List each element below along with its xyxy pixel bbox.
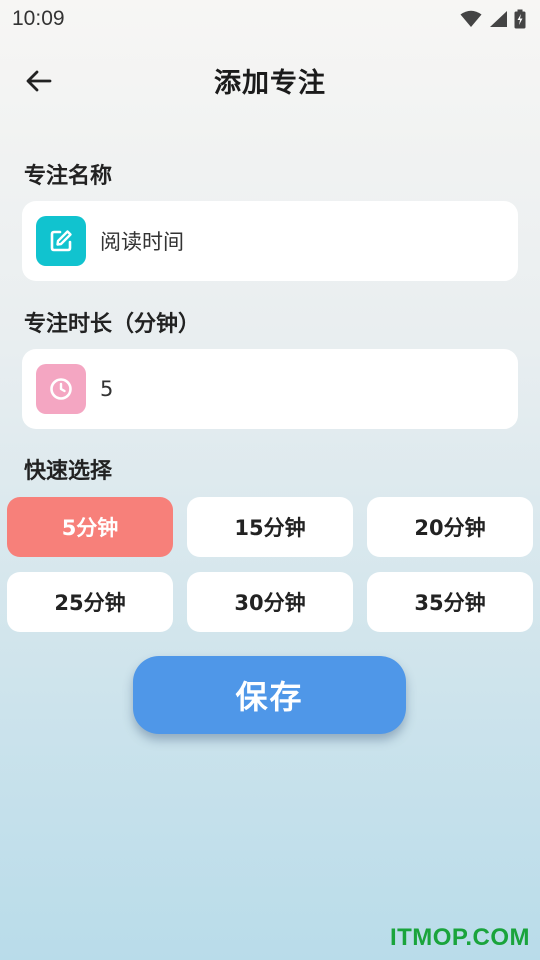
signal-icon [490,11,507,27]
chip-25min[interactable]: 25分钟 [7,572,173,632]
name-field-icon [36,216,86,266]
back-button[interactable] [22,64,56,98]
watermark: ITMOP.COM [389,924,530,951]
duration-label: 专注时长（分钟） [24,312,201,337]
clock-icon [50,378,72,400]
status-icons [460,9,526,29]
duration-field-card [22,349,518,429]
edit-icon [50,230,72,252]
top-bar: 添加专注 [0,50,540,110]
chip-20min[interactable]: 20分钟 [367,497,533,557]
quick-select-label: 快速选择 [24,459,113,484]
save-button[interactable]: 保存 [133,656,406,734]
wifi-icon [460,10,482,27]
name-input[interactable] [100,229,480,253]
chip-35min[interactable]: 35分钟 [367,572,533,632]
page-title: 添加专注 [214,67,326,99]
quick-select-grid: 5分钟 15分钟 20分钟 25分钟 30分钟 35分钟 [7,497,533,632]
status-time: 10:09 [12,7,65,30]
battery-icon [514,9,526,29]
duration-input[interactable] [100,377,480,401]
chip-5min[interactable]: 5分钟 [7,497,173,557]
name-label: 专注名称 [24,164,113,189]
duration-field-icon [36,364,86,414]
chip-30min[interactable]: 30分钟 [187,572,353,632]
chip-15min[interactable]: 15分钟 [187,497,353,557]
arrow-left-icon [26,70,52,92]
name-field-card [22,201,518,281]
status-bar: 10:09 [0,0,540,38]
